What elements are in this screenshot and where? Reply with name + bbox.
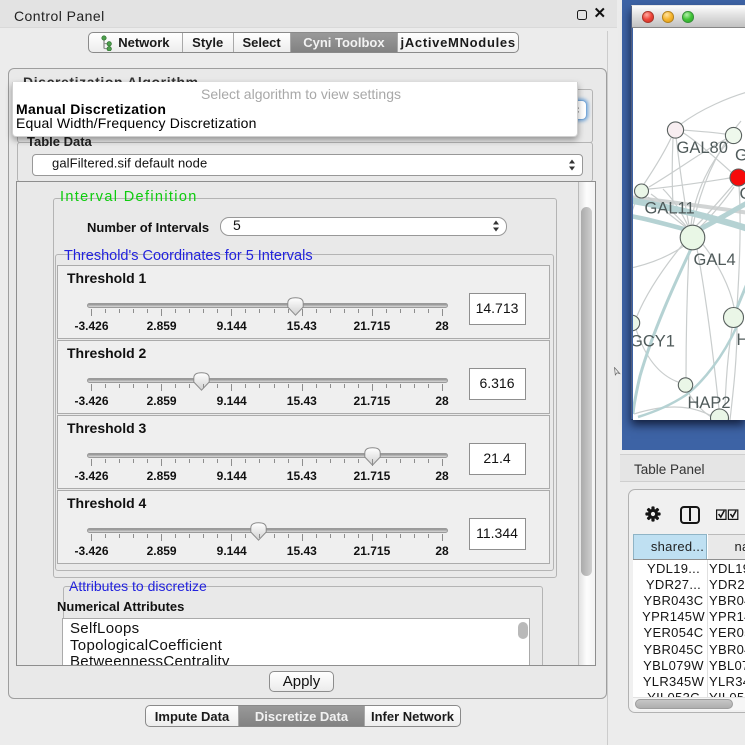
svg-text:GA: GA [735,147,745,165]
svg-text:HAP2: HAP2 [688,394,731,412]
svg-text:GAL80: GAL80 [677,139,728,157]
svg-text:GAL11: GAL11 [645,200,695,218]
svg-text:H: H [737,331,745,349]
svg-text:GAL4: GAL4 [694,251,736,269]
svg-text:GCY1: GCY1 [633,333,675,351]
svg-text:C: C [740,185,745,203]
